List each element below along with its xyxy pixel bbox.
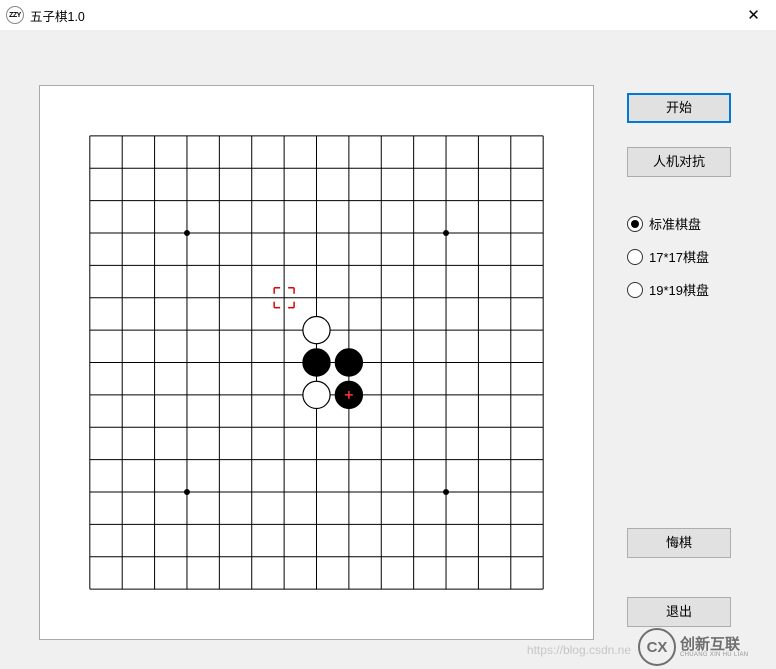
black-stone-last — [335, 381, 362, 408]
radio-label: 19*19棋盘 — [649, 280, 709, 299]
black-stone — [303, 349, 330, 376]
board-panel — [39, 85, 594, 640]
side-panel: 开始 人机对抗 标准棋盘 17*17棋盘 19*19棋盘 悔棋 退出 — [627, 30, 757, 669]
radio-icon — [627, 249, 643, 265]
app-window: ZZY 五子棋1.0 ✕ 开始 人机对抗 标准棋盘 17*17棋盘 19*19棋盘 … — [0, 0, 776, 669]
watermark-logo-abbr: CX — [638, 628, 676, 666]
watermark-logo-cn: 创新互联 — [680, 637, 748, 652]
undo-button[interactable]: 悔棋 — [627, 528, 731, 558]
radio-standard[interactable]: 标准棋盘 — [627, 214, 767, 233]
radio-17[interactable]: 17*17棋盘 — [627, 247, 767, 266]
black-stone — [335, 349, 362, 376]
radio-label: 17*17棋盘 — [649, 247, 709, 266]
watermark-logo-en: CHUANG XIN HU LIAN — [680, 652, 748, 658]
go-board[interactable] — [40, 86, 593, 639]
white-stone — [303, 317, 330, 344]
radio-label: 标准棋盘 — [649, 214, 701, 233]
window-title: 五子棋1.0 — [30, 6, 731, 25]
radio-icon — [627, 282, 643, 298]
white-stone — [303, 381, 330, 408]
mode-button[interactable]: 人机对抗 — [627, 147, 731, 177]
radio-icon — [627, 216, 643, 232]
watermark-logo: CX 创新互联 CHUANG XIN HU LIAN — [638, 629, 768, 665]
watermark-url: https://blog.csdn.ne — [527, 643, 631, 657]
titlebar: ZZY 五子棋1.0 ✕ — [0, 0, 776, 31]
close-icon[interactable]: ✕ — [731, 0, 776, 30]
board-size-radios: 标准棋盘 17*17棋盘 19*19棋盘 — [627, 214, 767, 313]
start-button[interactable]: 开始 — [627, 93, 731, 123]
exit-button[interactable]: 退出 — [627, 597, 731, 627]
app-icon: ZZY — [6, 6, 24, 24]
radio-19[interactable]: 19*19棋盘 — [627, 280, 767, 299]
client-area: 开始 人机对抗 标准棋盘 17*17棋盘 19*19棋盘 悔棋 退出 https:/… — [0, 30, 776, 669]
